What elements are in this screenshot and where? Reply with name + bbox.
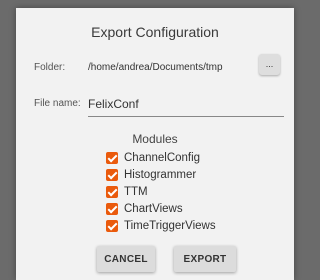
folder-label: Folder: <box>34 62 66 73</box>
module-item-chartviews[interactable]: ChartViews <box>106 200 216 217</box>
module-label: Histogrammer <box>124 168 197 181</box>
checkbox-checked-icon[interactable] <box>106 151 118 164</box>
folder-path: /home/andrea/Documents/tmp <box>88 62 223 73</box>
module-item-timetriggerviews[interactable]: TimeTriggerViews <box>106 217 216 234</box>
modules-list: ChannelConfig Histogrammer TTM ChartView… <box>106 149 216 234</box>
checkbox-checked-icon[interactable] <box>106 202 118 215</box>
export-dialog: Export Configuration Folder: /home/andre… <box>16 8 294 280</box>
browse-folder-button[interactable]: ... <box>259 54 280 75</box>
checkbox-checked-icon[interactable] <box>106 168 118 181</box>
checkbox-checked-icon[interactable] <box>106 185 118 198</box>
dialog-title: Export Configuration <box>91 24 219 40</box>
module-item-histogrammer[interactable]: Histogrammer <box>106 166 216 183</box>
module-item-ttm[interactable]: TTM <box>106 183 216 200</box>
module-label: ChartViews <box>124 202 183 215</box>
module-item-channelconfig[interactable]: ChannelConfig <box>106 149 216 166</box>
cancel-button[interactable]: CANCEL <box>97 246 155 272</box>
module-label: ChannelConfig <box>124 151 201 164</box>
filename-input[interactable] <box>88 92 284 117</box>
checkbox-checked-icon[interactable] <box>106 219 118 232</box>
module-label: TTM <box>124 185 148 198</box>
modules-heading: Modules <box>132 132 178 146</box>
filename-label: File name: <box>34 98 81 109</box>
export-button[interactable]: EXPORT <box>174 246 236 272</box>
module-label: TimeTriggerViews <box>124 219 216 232</box>
